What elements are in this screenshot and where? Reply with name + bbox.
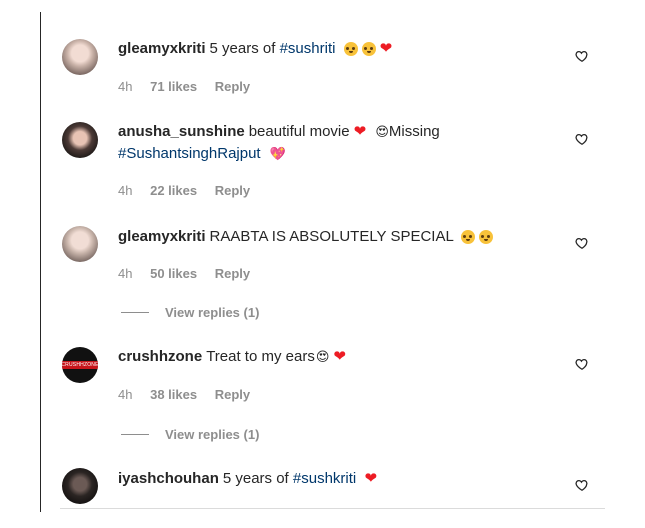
view-replies-label[interactable]: View replies (1) [165,305,259,320]
hashtag-link[interactable]: #sushkriti [293,470,356,487]
username[interactable]: gleamyxkriti [118,40,206,57]
comment-body: Treat to my ears [206,348,315,365]
view-replies-button[interactable]: View replies (1) [121,305,259,320]
reply-button[interactable]: Reply [215,387,250,402]
pleading-face-emoji [361,42,376,57]
timestamp: 4h [118,79,133,94]
username[interactable]: iyashchouhan [118,470,219,487]
comment-text: gleamyxkriti 5 years of #sushriti ❤ [118,38,548,60]
comment-text: iyashchouhan 5 years of #sushkriti ❤ [118,468,548,490]
panel-left-border [40,12,41,512]
heart-outline-icon[interactable] [575,132,589,146]
comment-body: 5 years of [222,470,293,487]
comment-text: crushhzone Treat to my ears😍 ❤ [118,346,548,368]
sparkling-heart-emoji: 💖 [269,146,286,162]
replies-divider-line [121,434,149,435]
bottom-divider [60,508,605,509]
reply-button[interactable]: Reply [215,183,250,198]
red-heart-emoji: ❤ [364,470,378,488]
heart-eyes-emoji: 😍 [375,124,389,140]
red-heart-emoji: ❤ [379,40,393,58]
reply-button[interactable]: Reply [215,79,250,94]
hashtag-link[interactable]: #SushantsinghRajput [118,145,261,162]
comment-meta: 4h 22 likes Reply [118,183,264,198]
reply-button[interactable]: Reply [215,266,250,281]
username[interactable]: gleamyxkriti [118,228,206,245]
comment-meta: 4h 71 likes Reply [118,79,264,94]
heart-outline-icon[interactable] [575,49,589,63]
timestamp: 4h [118,266,133,281]
view-replies-button[interactable]: View replies (1) [121,427,259,442]
comment-text: anusha_sunshine beautiful movie ❤ 😍Missing… [118,121,548,165]
pleading-face-emoji [461,230,476,245]
username[interactable]: crushhzone [118,348,202,365]
pleading-face-emoji [343,42,358,57]
hashtag-link[interactable]: #sushriti [280,40,336,57]
replies-divider-line [121,312,149,313]
comment-text: gleamyxkriti RAABTA IS ABSOLUTELY SPECIAL [118,226,548,248]
likes-count[interactable]: 50 likes [150,266,197,281]
view-replies-label[interactable]: View replies (1) [165,427,259,442]
comment-body: Missing [388,123,440,140]
comment-body: RAABTA IS ABSOLUTELY SPECIAL [209,228,454,245]
heart-eyes-emoji: 😍 [315,349,330,365]
likes-count[interactable]: 22 likes [150,183,197,198]
avatar[interactable] [62,468,98,504]
red-heart-emoji: ❤ [333,348,346,366]
heart-outline-icon[interactable] [575,357,589,371]
comment-meta: 4h 50 likes Reply [118,266,264,281]
username[interactable]: anusha_sunshine [118,123,245,140]
heart-outline-icon[interactable] [575,236,589,250]
likes-count[interactable]: 71 likes [150,79,197,94]
pleading-face-emoji [479,230,494,245]
timestamp: 4h [118,387,133,402]
comment-body: 5 years of [209,40,280,57]
comment-meta: 4h 38 likes Reply [118,387,264,402]
timestamp: 4h [118,183,133,198]
avatar[interactable] [62,39,98,75]
heart-outline-icon[interactable] [575,478,589,492]
avatar[interactable] [62,226,98,262]
avatar[interactable]: CRUSHHZONE [62,347,98,383]
likes-count[interactable]: 38 likes [150,387,197,402]
red-heart-emoji: ❤ [353,123,367,141]
avatar-badge: CRUSHHZONE [62,361,98,369]
avatar[interactable] [62,122,98,158]
comment-body: beautiful movie [248,123,350,140]
